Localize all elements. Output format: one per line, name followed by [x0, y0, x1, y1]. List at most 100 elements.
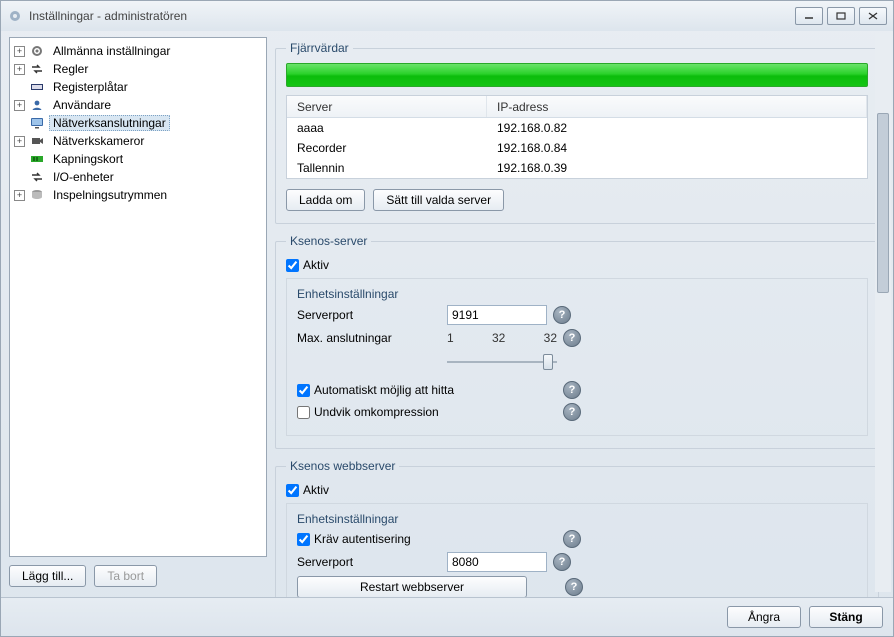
ksenos-server-group: Ksenos-server Aktiv Enhetsinställningar … [275, 234, 879, 449]
require-auth-label: Kräv autentisering [314, 532, 411, 546]
tree-item-label: Allmänna inställningar [49, 43, 174, 59]
close-dialog-button[interactable]: Stäng [809, 606, 883, 628]
expand-icon[interactable]: + [14, 64, 25, 75]
tree-item-label: Nätverkskameror [49, 133, 148, 149]
tree-item[interactable]: + Nätverkskameror [10, 132, 266, 150]
tree-item-label: Regler [49, 61, 92, 77]
help-icon[interactable]: ? [553, 306, 571, 324]
ksenos-web-active[interactable]: Aktiv [286, 483, 868, 497]
tree-item[interactable]: + Allmänna inställningar [10, 42, 266, 60]
table-header: Server IP-adress [287, 96, 867, 118]
settings-tree[interactable]: + Allmänna inställningar + Regler Registerpl… [9, 37, 267, 557]
expand-icon[interactable]: + [14, 136, 25, 147]
monitor-icon [29, 115, 45, 131]
expand-icon[interactable]: + [14, 100, 25, 111]
tree-item[interactable]: Registerplåtar [10, 78, 266, 96]
window-scrollbar[interactable] [875, 33, 891, 592]
ksenos-server-active[interactable]: Aktiv [286, 258, 868, 272]
webport-input[interactable] [447, 552, 547, 572]
webport-row: Serverport ? [297, 552, 857, 572]
require-auth-checkbox[interactable] [297, 533, 310, 546]
help-icon[interactable]: ? [563, 403, 581, 421]
app-icon [7, 8, 23, 24]
tree-item[interactable]: + Regler [10, 60, 266, 78]
tree-item[interactable]: + Användare [10, 96, 266, 114]
serverport-row: Serverport ? [297, 305, 857, 325]
expand-icon[interactable]: + [14, 46, 25, 57]
gear-icon [29, 43, 45, 59]
card-icon [29, 151, 45, 167]
maxconn-slider[interactable] [447, 351, 557, 371]
maxconn-mid: 32 [492, 331, 505, 345]
avoid-recompress[interactable]: Undvik omkompression [297, 405, 557, 419]
cell-server: aaaa [287, 121, 487, 135]
tree-item[interactable]: Nätverksanslutningar [10, 114, 266, 132]
help-icon[interactable]: ? [563, 381, 581, 399]
progress-bar [286, 63, 868, 87]
remote-hosts-group: Fjärrvärdar Server IP-adress aaaa192.168… [275, 41, 879, 224]
tree-item[interactable]: Kapningskort [10, 150, 266, 168]
expand-icon[interactable]: + [14, 190, 25, 201]
close-button[interactable] [859, 7, 887, 25]
remote-hosts-legend: Fjärrvärdar [286, 41, 353, 55]
ksenos-web-group: Ksenos webbserver Aktiv Enhetsinställnin… [275, 459, 879, 597]
cell-ip: 192.168.0.39 [487, 161, 867, 175]
maxconn-label: Max. anslutningar [297, 331, 447, 345]
disk-icon [29, 187, 45, 203]
ksenos-server-unit-group: Enhetsinställningar Serverport ? Max. an… [286, 278, 868, 436]
help-icon[interactable]: ? [563, 530, 581, 548]
help-icon[interactable]: ? [553, 553, 571, 571]
left-button-row: Lägg till... Ta bort [9, 557, 267, 597]
cell-ip: 192.168.0.82 [487, 121, 867, 135]
ksenos-server-active-checkbox[interactable] [286, 259, 299, 272]
titlebar: Inställningar - administratören [1, 1, 893, 31]
tree-item-label: I/O-enheter [49, 169, 118, 185]
right-panel: Fjärrvärdar Server IP-adress aaaa192.168… [275, 37, 885, 597]
help-icon[interactable]: ? [563, 329, 581, 347]
set-selected-button[interactable]: Sätt till valda server [373, 189, 504, 211]
cell-ip: 192.168.0.84 [487, 141, 867, 155]
window: Inställningar - administratören + Allmänn… [0, 0, 894, 637]
ksenos-web-unit-legend: Enhetsinställningar [297, 512, 857, 526]
table-row[interactable]: Recorder192.168.0.84 [287, 138, 867, 158]
table-row[interactable]: Tallennin192.168.0.39 [287, 158, 867, 178]
avoid-recompress-checkbox[interactable] [297, 406, 310, 419]
table-row[interactable]: aaaa192.168.0.82 [287, 118, 867, 138]
add-button[interactable]: Lägg till... [9, 565, 86, 587]
maxconn-values: 1 32 32 [447, 331, 557, 345]
ksenos-server-active-label: Aktiv [303, 258, 329, 272]
auto-row: Automatiskt möjlig att hitta ? [297, 381, 857, 399]
restart-webserver-button[interactable]: Restart webbserver [297, 576, 527, 597]
maximize-button[interactable] [827, 7, 855, 25]
maxconn-min: 1 [447, 331, 454, 345]
tree-item[interactable]: I/O-enheter [10, 168, 266, 186]
ksenos-web-active-checkbox[interactable] [286, 484, 299, 497]
tree-item-label: Användare [49, 97, 115, 113]
minimize-button[interactable] [795, 7, 823, 25]
avoid-recompress-label: Undvik omkompression [314, 405, 439, 419]
auth-row: Kräv autentisering ? [297, 530, 857, 548]
cell-server: Tallennin [287, 161, 487, 175]
require-auth[interactable]: Kräv autentisering [297, 532, 557, 546]
scrollbar-thumb[interactable] [877, 113, 889, 293]
serverport-input[interactable] [447, 305, 547, 325]
auto-discover-checkbox[interactable] [297, 384, 310, 397]
help-icon[interactable]: ? [565, 578, 583, 596]
remote-button-row: Ladda om Sätt till valda server [286, 189, 868, 211]
maxconn-val: 32 [544, 331, 557, 345]
undo-button[interactable]: Ångra [727, 606, 801, 628]
ksenos-web-unit-group: Enhetsinställningar Kräv autentisering ?… [286, 503, 868, 597]
footer: Ångra Stäng [1, 597, 893, 636]
content: + Allmänna inställningar + Regler Registerpl… [1, 31, 893, 597]
reload-button[interactable]: Ladda om [286, 189, 365, 211]
slider-thumb[interactable] [543, 354, 553, 370]
auto-discover[interactable]: Automatiskt möjlig att hitta [297, 383, 557, 397]
tree-item-label: Registerplåtar [49, 79, 132, 95]
tree-item[interactable]: +Inspelningsutrymmen [10, 186, 266, 204]
col-ip[interactable]: IP-adress [487, 96, 867, 117]
col-server[interactable]: Server [287, 96, 487, 117]
auto-discover-label: Automatiskt möjlig att hitta [314, 383, 454, 397]
remove-button[interactable]: Ta bort [94, 565, 157, 587]
server-table[interactable]: Server IP-adress aaaa192.168.0.82Recorde… [286, 95, 868, 179]
arrows-icon [29, 61, 45, 77]
